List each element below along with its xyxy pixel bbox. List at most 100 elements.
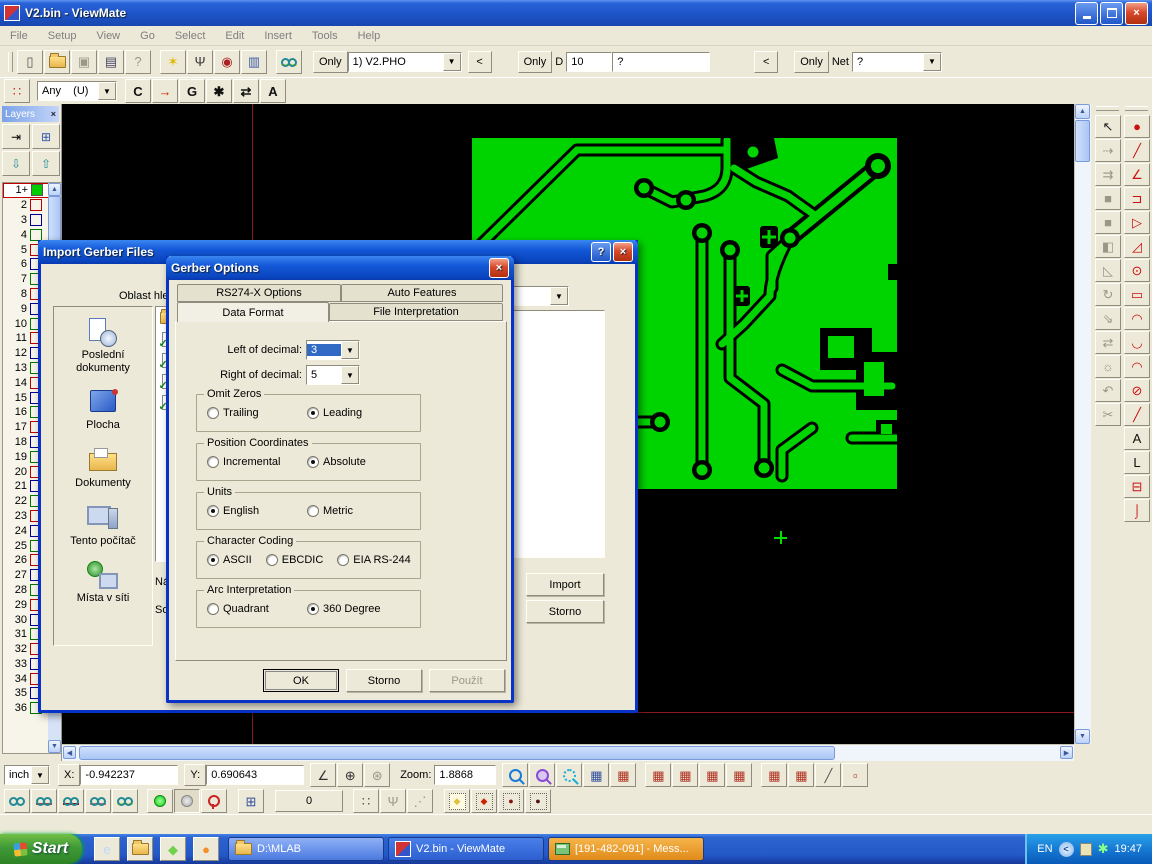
storno-button[interactable]: Storno xyxy=(526,600,604,623)
menu-help[interactable]: Help xyxy=(358,30,381,42)
radio-leading[interactable]: Leading xyxy=(307,407,362,419)
select-area-icon[interactable]: ▫ xyxy=(842,763,868,787)
place-desktop[interactable]: Plocha xyxy=(57,387,149,432)
measure-glasses-icon[interactable] xyxy=(276,50,302,74)
draw-line-icon[interactable]: ╱ xyxy=(1124,139,1150,162)
menu-insert[interactable]: Insert xyxy=(264,30,292,42)
layer-goto-icon[interactable]: ⇥ xyxy=(2,124,30,149)
pan-down-icon[interactable]: ▦ xyxy=(699,763,725,787)
place-documents[interactable]: Dokumenty xyxy=(57,445,149,490)
draw-arc-slash-icon[interactable]: ⊘ xyxy=(1124,379,1150,402)
draw-rect-icon[interactable]: ▭ xyxy=(1124,283,1150,306)
move-items-icon[interactable]: ⇉ xyxy=(1095,163,1121,186)
draw-bracket-icon[interactable]: ⊟ xyxy=(1124,475,1150,498)
toolbar-grip[interactable] xyxy=(1096,106,1119,111)
reader-icon[interactable]: ◆ xyxy=(160,837,186,861)
layer-stack-icon[interactable]: ⊞ xyxy=(32,124,60,149)
grid-red-icon[interactable]: ▦ xyxy=(610,763,636,787)
place-my-computer[interactable]: Tento počítač xyxy=(57,503,149,548)
chevron-down-icon[interactable]: ▼ xyxy=(98,82,116,100)
radio-absolute[interactable]: Absolute xyxy=(307,456,366,468)
tab-file-interpretation[interactable]: File Interpretation xyxy=(329,303,503,321)
shear-icon[interactable]: ◺ xyxy=(1095,259,1121,282)
start-button[interactable]: Start xyxy=(0,834,82,864)
drill-icon[interactable]: ◉ xyxy=(214,50,240,74)
draw-l-icon[interactable]: L xyxy=(1124,451,1150,474)
horizontal-scrollbar[interactable]: ◀ ▶ xyxy=(62,744,1074,761)
dcode-query-input[interactable]: ? xyxy=(612,52,710,72)
radio-quadrant[interactable]: Quadrant xyxy=(207,603,293,615)
view-pads-glasses-icon[interactable] xyxy=(58,789,84,813)
route-icon[interactable]: ⋰ xyxy=(407,789,433,813)
grid-offset-icon[interactable]: ▦ xyxy=(788,763,814,787)
gerber-storno-button[interactable]: Storno xyxy=(346,669,422,692)
tray-clipboard-icon[interactable] xyxy=(1080,843,1092,856)
menu-file[interactable]: File xyxy=(10,30,28,42)
close-button[interactable]: × xyxy=(613,242,633,262)
view-lines-glasses-icon[interactable] xyxy=(31,789,57,813)
mirror-icon[interactable]: ◧ xyxy=(1095,235,1121,258)
scroll-down-icon[interactable]: ▼ xyxy=(48,740,61,753)
only-net-button[interactable]: Only xyxy=(794,51,829,73)
origin-icon[interactable]: ⊕ xyxy=(337,763,363,787)
pan-right-icon[interactable]: ▦ xyxy=(672,763,698,787)
scroll-thumb[interactable] xyxy=(1075,120,1090,162)
prev-dcode-button[interactable]: < xyxy=(754,51,778,73)
dialog-title-bar[interactable]: Gerber Options × xyxy=(166,256,514,280)
snip-icon[interactable]: ✂ xyxy=(1095,403,1121,426)
cursor-icon[interactable]: ↖ xyxy=(1095,115,1121,138)
draw-hook-icon[interactable]: ⌡ xyxy=(1124,499,1150,522)
only-dcode-button[interactable]: Only xyxy=(518,51,553,73)
radio-trailing[interactable]: Trailing xyxy=(207,407,293,419)
scroll-right-icon[interactable]: ▶ xyxy=(1060,746,1073,759)
draw-slash-icon[interactable]: ╱ xyxy=(1124,403,1150,426)
scroll-up-icon[interactable]: ▲ xyxy=(1075,104,1090,119)
undo-icon[interactable]: ↶ xyxy=(1095,379,1121,402)
draw-arc-icon[interactable]: ◡ xyxy=(1124,331,1150,354)
explorer-folder-icon[interactable] xyxy=(127,837,153,861)
chevron-down-icon[interactable]: ▼ xyxy=(31,766,49,784)
select-arrow-button[interactable]: → xyxy=(152,79,178,103)
spiral-probe-icon[interactable]: ⊛ xyxy=(364,763,390,787)
view-sketch-glasses-icon[interactable] xyxy=(112,789,138,813)
vertical-scrollbar[interactable]: ▲ ▼ xyxy=(1074,104,1091,744)
radio-eia-rs-244[interactable]: EIA RS-244 xyxy=(337,554,410,566)
net-combo[interactable]: ?▼ xyxy=(852,52,942,72)
collapse-tray-icon[interactable]: < xyxy=(1059,842,1074,857)
board-outline-icon[interactable]: Ψ xyxy=(187,50,213,74)
menu-tools[interactable]: Tools xyxy=(312,30,338,42)
move-pad-icon[interactable]: ⇢ xyxy=(1095,139,1121,162)
dcode-input[interactable]: 10 xyxy=(566,52,612,72)
task-viewmate[interactable]: V2.bin - ViewMate xyxy=(388,837,544,861)
flash-icon[interactable]: ✶ xyxy=(160,50,186,74)
scale-icon[interactable]: ⇘ xyxy=(1095,307,1121,330)
select-text-button[interactable]: A xyxy=(260,79,286,103)
rotate-icon[interactable]: ↻ xyxy=(1095,283,1121,306)
swap-layer-icon[interactable]: ⇄ xyxy=(1095,331,1121,354)
highlight-on-icon[interactable] xyxy=(147,789,173,813)
grid-small-icon[interactable]: ▦ xyxy=(761,763,787,787)
tab-auto-features[interactable]: Auto Features xyxy=(341,284,503,302)
zoom-window-icon[interactable] xyxy=(556,763,582,787)
highlight-off-icon[interactable] xyxy=(174,789,200,813)
tab-data-format[interactable]: Data Format xyxy=(177,302,329,322)
firefox-icon[interactable]: ● xyxy=(193,837,219,861)
menu-go[interactable]: Go xyxy=(140,30,155,42)
left-of-decimal-combo[interactable]: 3▼ xyxy=(306,340,360,360)
open-icon[interactable] xyxy=(44,50,70,74)
close-button[interactable]: × xyxy=(1125,2,1148,25)
scroll-thumb[interactable] xyxy=(79,746,835,760)
help-button[interactable]: ? xyxy=(591,242,611,262)
menu-view[interactable]: View xyxy=(96,30,120,42)
task-messenger[interactable]: [191-482-091] - Mess... xyxy=(548,837,704,861)
stretch-icon[interactable]: ╱ xyxy=(815,763,841,787)
draw-circle-icon[interactable]: ⊙ xyxy=(1124,259,1150,282)
context-help-icon[interactable]: ? xyxy=(125,50,151,74)
tile-windows-icon[interactable]: ⊞ xyxy=(238,789,264,813)
grid-chart-icon[interactable]: ▦ xyxy=(583,763,609,787)
save-icon[interactable]: ▣ xyxy=(71,50,97,74)
chevron-down-icon[interactable]: ▼ xyxy=(550,287,568,305)
pad-red-icon[interactable] xyxy=(471,789,497,813)
place-network[interactable]: Místa v síti xyxy=(57,560,149,605)
new-icon[interactable]: ▯ xyxy=(17,50,43,74)
